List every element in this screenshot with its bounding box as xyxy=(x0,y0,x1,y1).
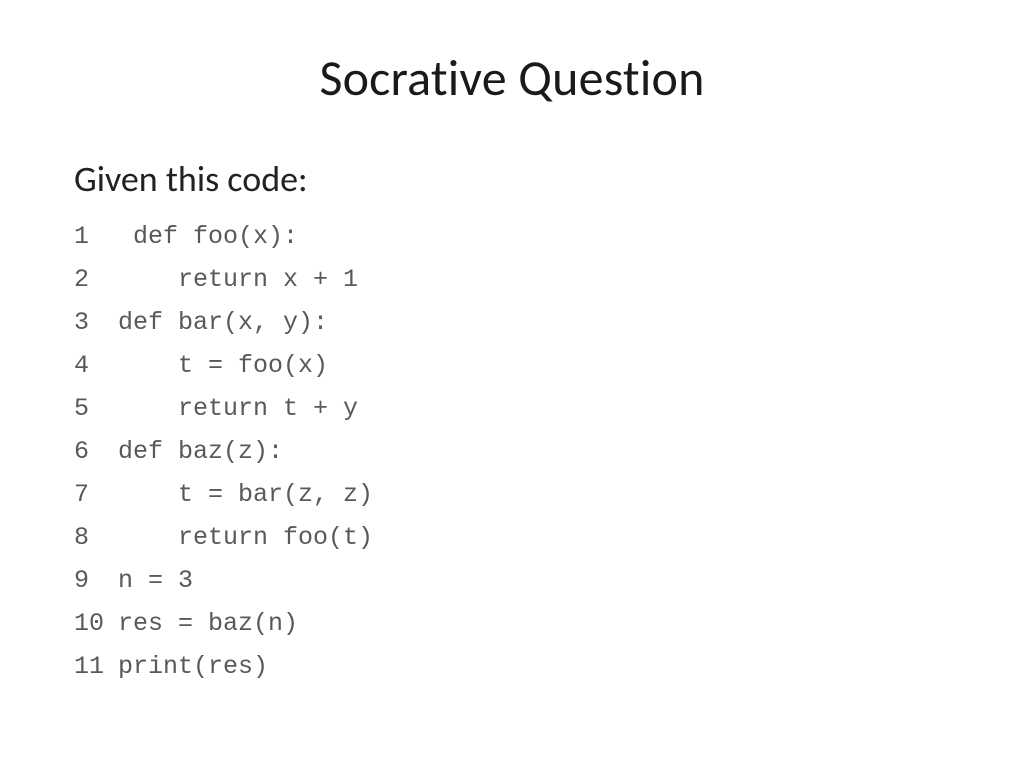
line-number: 8 xyxy=(74,520,118,555)
code-line: return foo(t) xyxy=(118,520,950,555)
line-number: 5 xyxy=(74,391,118,426)
code-line: t = bar(z, z) xyxy=(118,477,950,512)
code-line: print(res) xyxy=(118,649,950,684)
line-number: 9 xyxy=(74,563,118,598)
code-line: n = 3 xyxy=(118,563,950,598)
line-number: 1 xyxy=(74,219,118,254)
code-line: return t + y xyxy=(118,391,950,426)
line-number: 7 xyxy=(74,477,118,512)
code-line: def bar(x, y): xyxy=(118,305,950,340)
line-number: 4 xyxy=(74,348,118,383)
line-number: 11 xyxy=(74,649,118,684)
code-line: res = baz(n) xyxy=(118,606,950,641)
line-number: 10 xyxy=(74,606,118,641)
line-number: 6 xyxy=(74,434,118,469)
code-line: t = foo(x) xyxy=(118,348,950,383)
slide-title: Socrative Question xyxy=(74,48,950,109)
code-line: return x + 1 xyxy=(118,262,950,297)
code-line: def foo(x): xyxy=(118,219,950,254)
line-number: 3 xyxy=(74,305,118,340)
slide: Socrative Question Given this code: 1 de… xyxy=(0,0,1024,768)
line-number: 2 xyxy=(74,262,118,297)
code-line: def baz(z): xyxy=(118,434,950,469)
prompt-text: Given this code: xyxy=(74,157,950,201)
code-block: 1 def foo(x): 2 return x + 1 3 def bar(x… xyxy=(74,219,950,684)
